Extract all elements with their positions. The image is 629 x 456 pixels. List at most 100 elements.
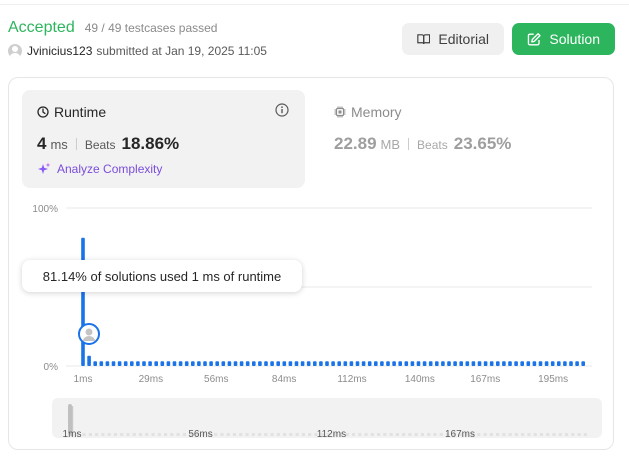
range-bar xyxy=(558,433,562,436)
chart-bar xyxy=(441,361,445,366)
range-bar xyxy=(571,433,575,436)
range-bar xyxy=(376,433,381,436)
chart-bar xyxy=(209,361,213,366)
range-bar xyxy=(257,433,262,436)
range-bar xyxy=(251,433,255,436)
chart-bar xyxy=(111,361,116,366)
chart-bar xyxy=(270,361,274,366)
x-tick-label: 29ms xyxy=(139,374,163,385)
tooltip-text: 81.14% of solutions used 1 ms of runtime xyxy=(42,268,282,284)
range-bar xyxy=(232,433,237,436)
chart-bar xyxy=(203,361,207,366)
range-bar xyxy=(552,433,556,436)
range-bar xyxy=(527,433,531,436)
chart-bar xyxy=(520,361,524,366)
range-bar xyxy=(88,433,92,436)
chart-bar xyxy=(130,361,134,366)
range-bar xyxy=(546,433,550,436)
range-bar xyxy=(508,433,512,436)
range-bar xyxy=(283,433,287,436)
chart-bar xyxy=(294,361,299,366)
range-bar xyxy=(345,433,349,436)
chart-bar xyxy=(160,361,165,366)
range-bar xyxy=(408,433,412,436)
range-bar xyxy=(496,433,500,436)
range-bar xyxy=(132,433,136,436)
chart-bar xyxy=(325,361,329,366)
chart-bar xyxy=(191,361,195,366)
chart-bar xyxy=(380,361,384,366)
range-bar xyxy=(126,433,130,436)
x-tick-label: 84ms xyxy=(272,374,296,385)
range-bar xyxy=(521,433,525,436)
runtime-distribution-chart: 100% 0% 1ms 29ms 56ms 84ms 112ms 140ms 167ms 195m… xyxy=(32,204,592,440)
chart-bar xyxy=(331,361,335,366)
range-bar xyxy=(107,433,111,436)
chart-bar xyxy=(282,361,287,366)
range-bar xyxy=(157,433,161,436)
chart-bar xyxy=(526,361,531,366)
chart-bar xyxy=(245,361,250,366)
chart-bar xyxy=(544,361,549,366)
chart-bar xyxy=(471,361,476,366)
chart-bar xyxy=(93,361,97,366)
x-tick-label: 112ms xyxy=(337,374,366,385)
chart-bar xyxy=(288,361,293,366)
chart-bar xyxy=(416,361,421,366)
chart-bar xyxy=(581,361,585,366)
range-bar xyxy=(301,433,306,436)
range-bar xyxy=(583,433,587,436)
range-bar xyxy=(351,433,356,436)
x-tick-label: 195ms xyxy=(538,374,568,385)
range-bar xyxy=(383,433,387,436)
chart-bar xyxy=(569,361,573,366)
chart-bar xyxy=(404,361,409,366)
chart-bar xyxy=(154,361,158,366)
chart-bar xyxy=(123,361,128,366)
chart-bar xyxy=(532,361,537,366)
range-bar xyxy=(295,433,299,436)
chart-bar xyxy=(148,361,152,366)
range-bar xyxy=(402,433,406,436)
range-bar xyxy=(358,433,362,436)
range-bar xyxy=(226,433,230,436)
chart-bar xyxy=(386,361,390,366)
chart-bar xyxy=(117,361,122,366)
chart-bar xyxy=(422,361,427,366)
chart-bar xyxy=(392,361,396,366)
chart-bar xyxy=(306,361,311,366)
range-bar xyxy=(82,433,86,436)
chart-bar xyxy=(239,361,244,366)
chart-bar xyxy=(142,361,146,366)
chart-bar xyxy=(233,361,238,366)
x-tick-label: 1ms xyxy=(74,374,93,385)
range-bar xyxy=(95,433,99,436)
chart-bar xyxy=(215,361,219,366)
range-bar xyxy=(220,433,224,436)
y-tick-label: 100% xyxy=(32,204,58,215)
chart-bar xyxy=(99,361,104,366)
chart-bar xyxy=(361,361,366,366)
range-tick-label: 56ms xyxy=(188,429,212,440)
chart-bar xyxy=(258,361,262,366)
range-bar xyxy=(420,433,425,436)
range-bar xyxy=(151,433,155,436)
chart-bar xyxy=(276,361,280,366)
chart-bar xyxy=(367,361,372,366)
range-bar xyxy=(370,433,374,436)
chart-bar xyxy=(81,237,85,366)
chart-bar xyxy=(489,361,494,366)
chart-bar xyxy=(447,361,451,366)
range-bar xyxy=(489,433,493,436)
x-tick-label: 167ms xyxy=(470,374,500,385)
range-bar xyxy=(176,433,180,436)
avatar-head xyxy=(85,328,93,336)
chart-bar xyxy=(477,361,482,366)
chart-bar xyxy=(563,361,567,366)
chart-bar xyxy=(300,361,305,366)
chart-bar xyxy=(459,361,463,366)
chart-bar xyxy=(105,361,110,366)
range-bar xyxy=(539,433,544,436)
x-tick-label: 140ms xyxy=(405,374,435,385)
chart-bar xyxy=(355,361,360,366)
